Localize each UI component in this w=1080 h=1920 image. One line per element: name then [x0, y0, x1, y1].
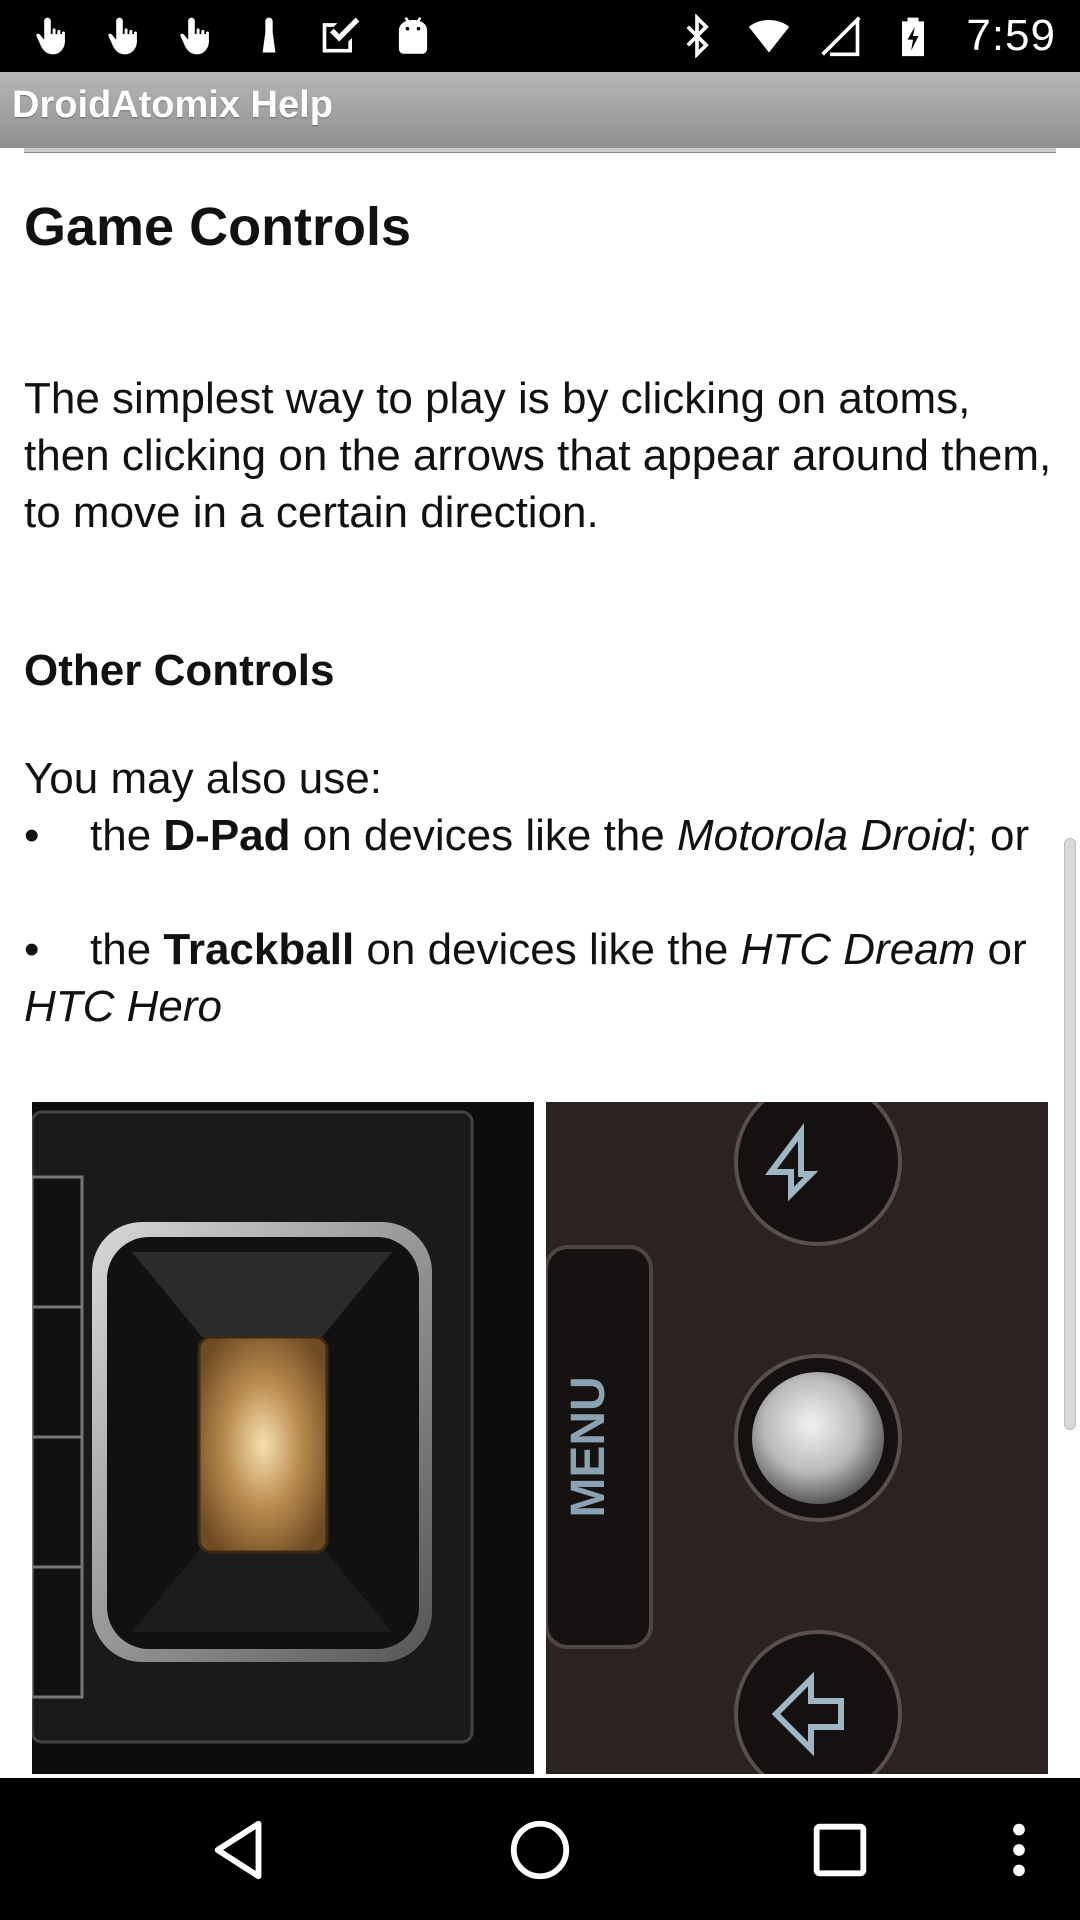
bullet-text-mid: on devices like the — [354, 925, 741, 974]
help-webview[interactable]: Game Controls The simplest way to play i… — [0, 148, 1080, 1778]
touch-icon — [244, 11, 294, 61]
title-bar: DroidAtomix Help — [0, 72, 1080, 150]
navigation-bar — [0, 1778, 1080, 1920]
notification-icons — [28, 10, 438, 62]
list-item: • the D-Pad on devices like the Motorola … — [24, 807, 1044, 864]
system-icons: 7:59 — [672, 10, 1056, 62]
status-time: 7:59 — [966, 11, 1056, 60]
back-icon[interactable] — [196, 1808, 286, 1892]
bullet-italic-2: HTC Hero — [24, 982, 223, 1031]
bullet-bold: Trackball — [163, 925, 355, 974]
dpad-photo — [32, 1102, 534, 1774]
touch-icon — [28, 11, 78, 61]
home-icon[interactable] — [495, 1808, 585, 1892]
menu-key-label: MENU — [562, 1376, 615, 1517]
recents-icon[interactable] — [795, 1808, 885, 1892]
may-also-text: You may also use: — [24, 754, 382, 803]
android-icon — [388, 11, 438, 61]
bullet-marker: • — [24, 925, 40, 974]
touch-icon — [172, 11, 222, 61]
bullet-text-mid: on devices like the — [290, 811, 677, 860]
touch-icon — [100, 11, 150, 61]
check-icon — [316, 11, 366, 61]
wifi-icon — [744, 11, 794, 61]
trackball-photo: MENU — [546, 1102, 1048, 1774]
battery-icon — [888, 11, 938, 61]
bullet-text-pre: the — [90, 925, 164, 974]
divider — [24, 148, 1056, 153]
bullet-text-post: or — [975, 925, 1027, 974]
bullet-marker: • — [24, 811, 40, 860]
overflow-menu-icon[interactable] — [974, 1808, 1064, 1892]
bluetooth-icon — [672, 11, 722, 61]
list-item: • the Trackball on devices like the HTC D… — [24, 921, 1044, 1035]
bullet-italic: HTC Dream — [740, 925, 976, 974]
bullet-italic: Motorola Droid — [676, 811, 966, 860]
no-sim-icon — [816, 11, 866, 61]
app-title: DroidAtomix Help — [12, 84, 333, 126]
section-heading: Game Controls — [24, 197, 412, 257]
bullet-text-post: ; or — [965, 811, 1030, 860]
bullet-text-pre: the — [90, 811, 164, 860]
bullet-bold: D-Pad — [163, 811, 291, 860]
status-bar: 7:59 — [0, 0, 1080, 72]
subsection-heading: Other Controls — [24, 646, 335, 695]
intro-paragraph: The simplest way to play is by clicking … — [24, 374, 1052, 537]
scrollbar[interactable] — [1064, 838, 1076, 1430]
